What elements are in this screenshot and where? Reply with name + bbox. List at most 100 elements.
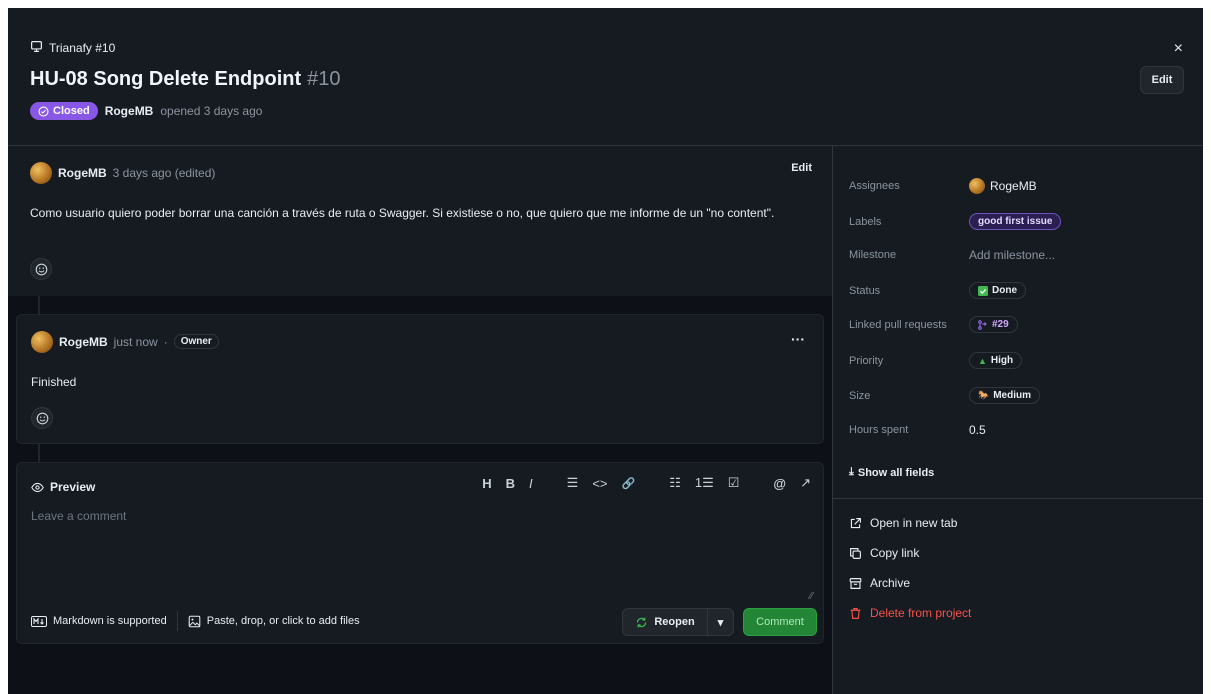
code-icon[interactable]: <>: [592, 476, 607, 491]
markdown-toolbar: H B I ☰ <> 🔗 ☷ 1☰ ☑ @ ↗: [482, 475, 811, 491]
comment-author[interactable]: RogeMB: [58, 166, 107, 180]
unordered-list-icon[interactable]: ☷: [669, 475, 681, 491]
timeline: RogeMB 3 days ago (edited) Edit Como usu…: [8, 146, 832, 694]
priority-value: High: [990, 355, 1014, 366]
task-list-icon[interactable]: ☑: [728, 475, 740, 491]
field-label: Status: [849, 284, 881, 297]
avatar[interactable]: [31, 331, 53, 353]
expand-icon: ⤓: [849, 466, 854, 478]
attach-files[interactable]: Paste, drop, or click to add files: [188, 615, 360, 628]
issue-body-comment: RogeMB 3 days ago (edited) Edit Como usu…: [8, 146, 832, 296]
italic-icon[interactable]: I: [529, 476, 533, 491]
reopen-icon: [637, 617, 647, 627]
issue-panel: Trianafy #10 HU-08 Song Delete Endpoint #…: [8, 8, 1203, 694]
resize-handle-icon[interactable]: ⁄⁄: [810, 591, 813, 602]
status-pill: Done: [969, 282, 1026, 299]
project-icon: [30, 40, 43, 56]
timeline-connector: [38, 444, 40, 462]
bold-icon[interactable]: B: [506, 476, 515, 491]
reopen-label: Reopen: [654, 616, 695, 628]
issue-header: Trianafy #10 HU-08 Song Delete Endpoint #…: [8, 8, 1203, 146]
pr-pill[interactable]: #29: [969, 316, 1018, 333]
image-icon: [188, 615, 201, 627]
comment-textarea[interactable]: Leave a comment: [31, 509, 811, 599]
external-link-icon: [850, 517, 861, 528]
size-value: Medium: [993, 390, 1031, 401]
label-badge: good first issue: [969, 213, 1062, 230]
preview-tab[interactable]: Preview: [31, 480, 95, 494]
comment-menu-icon[interactable]: ···: [791, 331, 805, 347]
avatar[interactable]: [30, 162, 52, 184]
field-label: Milestone: [849, 249, 897, 261]
divider: [833, 498, 1203, 499]
comment-header: RogeMB 3 days ago (edited): [58, 166, 215, 180]
open-in-new-tab-label: Open in new tab: [870, 516, 958, 530]
issue-title-text: HU-08 Song Delete Endpoint: [30, 68, 302, 90]
project-name[interactable]: Trianafy #10: [49, 41, 115, 55]
editor-footer: Markdown is supported Paste, drop, or cl…: [31, 611, 360, 631]
comment-time[interactable]: 3 days ago (edited): [113, 166, 216, 180]
comment-button[interactable]: Comment: [743, 608, 817, 636]
markdown-note-text: Markdown is supported: [53, 615, 167, 627]
issue-meta: Closed RogeMB opened 3 days ago: [30, 102, 262, 120]
archive-action[interactable]: Archive: [849, 576, 910, 590]
edit-title-button[interactable]: Edit: [1140, 66, 1184, 94]
add-reaction-button[interactable]: [31, 407, 53, 429]
reopen-button[interactable]: Reopen: [622, 608, 708, 636]
comment-body: Finished: [31, 375, 77, 389]
reopen-button-group: Reopen ▾: [622, 608, 734, 636]
field-assignees[interactable]: Assignees RogeMB: [849, 178, 1037, 194]
mention-icon[interactable]: @: [773, 476, 786, 491]
opened-text: opened 3 days ago: [160, 104, 263, 118]
link-icon[interactable]: 🔗: [622, 477, 636, 490]
delete-from-project-action[interactable]: Delete from project: [849, 606, 971, 620]
open-in-new-tab-action[interactable]: Open in new tab: [849, 516, 957, 530]
status-badge-label: Closed: [53, 105, 90, 117]
trash-icon: [850, 607, 861, 619]
ordered-list-icon[interactable]: 1☰: [695, 475, 714, 491]
field-status[interactable]: Status Done: [849, 282, 1026, 299]
field-label: Hours spent: [849, 424, 909, 436]
comment-time[interactable]: just now: [114, 335, 158, 349]
check-circle-icon: [38, 105, 49, 117]
markdown-note[interactable]: Markdown is supported: [31, 615, 167, 627]
status-badge: Closed: [30, 102, 98, 120]
field-milestone[interactable]: Milestone Add milestone...: [849, 248, 1055, 262]
field-linked-prs[interactable]: Linked pull requests #29: [849, 316, 1018, 333]
close-icon[interactable]: ×: [1174, 40, 1183, 58]
reopen-options-chevron-icon[interactable]: ▾: [708, 608, 734, 636]
mountain-icon: ▲: [978, 355, 987, 366]
breadcrumb[interactable]: Trianafy #10: [30, 40, 115, 56]
comment-editor: Preview H B I ☰ <> 🔗 ☷ 1☰ ☑ @ ↗ Leave a …: [16, 462, 824, 644]
heading-icon[interactable]: H: [482, 476, 491, 491]
archive-label: Archive: [870, 576, 911, 590]
show-all-fields-button[interactable]: ⤓ Show all fields: [849, 466, 934, 479]
pull-request-icon: [978, 319, 987, 330]
field-priority[interactable]: Priority ▲ High: [849, 352, 1023, 369]
smiley-icon: [35, 263, 47, 275]
avatar: [969, 178, 985, 194]
field-labels[interactable]: Labels good first issue: [849, 213, 1062, 230]
edit-comment-button[interactable]: Edit: [791, 162, 812, 174]
field-label: Assignees: [849, 180, 900, 192]
archive-icon: [849, 577, 862, 589]
author-link[interactable]: RogeMB: [105, 104, 154, 118]
add-reaction-button[interactable]: [30, 258, 52, 280]
field-label: Linked pull requests: [849, 318, 947, 331]
copy-icon: [850, 547, 861, 559]
owner-badge: Owner: [173, 334, 219, 349]
eye-icon: [31, 482, 44, 492]
field-hours-spent[interactable]: Hours spent 0.5: [849, 423, 986, 437]
field-value: 0.5: [969, 423, 986, 437]
quote-icon[interactable]: ☰: [567, 475, 579, 491]
comment-author[interactable]: RogeMB: [59, 335, 108, 349]
smiley-icon: [36, 412, 48, 424]
copy-link-action[interactable]: Copy link: [849, 546, 919, 560]
field-size[interactable]: Size 🐎 Medium: [849, 387, 1040, 404]
comment-body: Como usuario quiero poder borrar una can…: [30, 206, 775, 220]
field-label: Priority: [849, 354, 884, 367]
comment-card: RogeMB just now · Owner ··· Finished: [16, 314, 824, 444]
reference-icon[interactable]: ↗: [800, 475, 811, 491]
attach-files-text: Paste, drop, or click to add files: [206, 615, 360, 627]
field-label: Labels: [849, 215, 882, 228]
